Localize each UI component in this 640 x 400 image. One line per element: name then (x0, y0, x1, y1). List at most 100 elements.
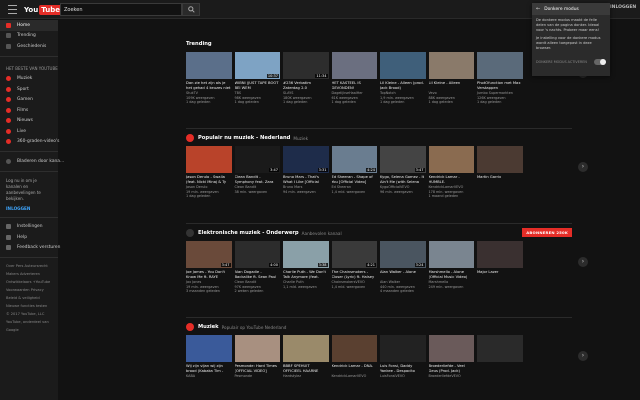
subscribe-button[interactable]: ABONNEREN 250K (522, 228, 572, 237)
video-title[interactable]: Charlie Puth - We Don't Talk Anymore (fe… (283, 270, 329, 280)
video-card[interactable]: 3:47 Kygo, Selena Gomez - It Ain't Me (wi… (380, 146, 426, 199)
footer-link[interactable]: Voorwaarden Privacy (0, 286, 58, 294)
shelf-title[interactable]: Trending (186, 38, 572, 50)
search-input[interactable] (60, 3, 182, 16)
video-thumbnail[interactable]: 3:47 (234, 146, 280, 173)
video-card[interactable]: PhotOfunction met Max Verstappen Jumbo Su… (477, 52, 523, 105)
video-card[interactable]: 11:34 #236 Verbatim Zaterdag 2.0 INTERACT… (283, 52, 329, 105)
back-arrow-icon[interactable]: ← (536, 6, 540, 12)
video-card[interactable]: Lil Kleine - Alleen (prod. Jack Brood) To… (380, 52, 426, 105)
sidebar-item-best[interactable]: Sport (0, 84, 58, 95)
sidebar-signin-link[interactable]: INLOGGEN (0, 204, 58, 213)
video-thumbnail[interactable] (234, 335, 280, 362)
footer-link[interactable]: Ontwikkelaars +YouTube (0, 278, 58, 286)
video-card[interactable]: HET KASTEEL IS GEVONDEN! DagelijkseHaalHe… (331, 52, 378, 105)
video-thumbnail[interactable]: 4:24 (331, 146, 377, 173)
video-card[interactable]: Jason Derulo - Swalla (feat. Nicki Minaj… (186, 146, 232, 199)
video-card[interactable]: 3:38 Charlie Puth - We Don't Talk Anymore… (283, 241, 329, 294)
video-thumbnail[interactable] (380, 335, 426, 362)
video-channel[interactable]: KABA (186, 374, 232, 379)
video-card[interactable]: Kendrick Lamar - HUMBLE. KendrickLamarVEV… (428, 146, 475, 199)
video-title[interactable]: #236 Verbatim Zaterdag 2.0 INTERACTIE (283, 81, 329, 91)
video-title[interactable]: Pesmonde: Hard Times [OFFICIAL VIDEO] (235, 364, 281, 374)
video-card[interactable]: 4:24 Ed Sheeran - Shape of You [Official … (331, 146, 378, 199)
video-thumbnail[interactable] (380, 52, 426, 79)
footer-link[interactable]: Beleid & veiligheid (0, 294, 58, 302)
video-title[interactable]: Martin Garrix (477, 175, 523, 185)
video-title[interactable]: Lil Kleine - Alleen (429, 81, 475, 91)
video-title[interactable]: Wij zijn vijan wij zijn brood (Kabaka Ti… (186, 364, 232, 374)
video-channel[interactable]: LuisFonsiVEVO (380, 374, 426, 379)
video-thumbnail[interactable] (186, 335, 232, 362)
video-thumbnail[interactable]: 11:34 (283, 52, 329, 79)
video-thumbnail[interactable]: 3:24 (380, 241, 426, 268)
video-title[interactable] (477, 364, 523, 374)
video-thumbnail[interactable] (186, 52, 232, 79)
video-card[interactable]: 4:21 The Chainsmokers - Closer (Lyric) ft… (331, 241, 378, 294)
video-card[interactable]: 3:31 Bruno Mars - That's What I Like [Off… (283, 146, 329, 199)
video-title[interactable]: Alan Walker - Alone (380, 270, 426, 280)
video-title[interactable]: Major Lazer (477, 270, 523, 280)
sidebar-item-setting[interactable]: Instellingen (0, 222, 58, 233)
video-card[interactable]: Kendrick Lamar - DNA. KendrickLamarVEVO (331, 335, 378, 379)
sidebar-item-best[interactable]: Muziek (0, 74, 58, 85)
video-card[interactable]: 10:37 WIBNI (JUST TAPE BOOT BEI WEM TBS 98K… (234, 52, 280, 105)
video-card[interactable]: 3:47 Clean Bandit - Symphony feat. Zara L… (234, 146, 281, 199)
video-thumbnail[interactable] (477, 52, 523, 79)
video-title[interactable]: BBBF SPEHUIT OFFICIEEL HAARNE VIDEOCKP (283, 364, 329, 374)
video-thumbnail[interactable]: 4:00 (234, 241, 280, 268)
video-title[interactable]: Bruno Mars - That's What I Like [Officia… (283, 175, 329, 185)
video-title[interactable]: Kendrick Lamar - DNA. (332, 364, 378, 374)
signin-button[interactable]: INLOGGEN (610, 5, 636, 10)
video-card[interactable]: Luis Fonsi, Daddy Yankee - Despacito (Au… (380, 335, 426, 379)
video-card[interactable]: Broederliefde - Veel Geus (Prod. Jack) Br… (428, 335, 475, 379)
chevron-right-icon[interactable]: › (578, 351, 588, 361)
video-title[interactable]: Kendrick Lamar - HUMBLE. (429, 175, 475, 185)
video-thumbnail[interactable] (186, 146, 232, 173)
sidebar-item-best[interactable]: 360-graden-video's (0, 137, 59, 148)
browse-channels-link[interactable]: Bladeren door kana... (0, 156, 64, 167)
video-channel[interactable]: KendrickLamarVEVO (332, 374, 378, 379)
shelf-title[interactable]: Muziek Populair op YouTube Nederland (186, 321, 572, 333)
video-title[interactable]: Ed Sheeran - Shape of You [Official Vide… (332, 175, 378, 185)
video-title[interactable]: Marshmello - Alone (Official Music Video… (429, 270, 475, 280)
search-button[interactable] (182, 3, 200, 16)
video-thumbnail[interactable] (331, 52, 377, 79)
sidebar-item-best[interactable]: Live (0, 126, 58, 137)
video-thumbnail[interactable] (477, 241, 523, 268)
video-channel[interactable]: Pesmonde (235, 374, 281, 379)
video-card[interactable]: Marshmello - Alone (Official Music Video… (428, 241, 475, 294)
chevron-right-icon[interactable]: › (578, 257, 588, 267)
video-thumbnail[interactable] (331, 335, 377, 362)
video-thumbnail[interactable] (428, 335, 474, 362)
shelf-title[interactable]: Populair nu muziek - Nederland Muziek (186, 132, 572, 144)
video-thumbnail[interactable] (428, 241, 474, 268)
video-thumbnail[interactable] (477, 146, 523, 173)
video-title[interactable]: Alan Dogadie - Backalike ft. Sean Paul &… (235, 270, 281, 280)
video-thumbnail[interactable] (283, 335, 329, 362)
sidebar-item-geschiedenis[interactable]: Geschiedenis (0, 41, 58, 52)
sidebar-item-best[interactable]: Gamen (0, 95, 58, 106)
video-card[interactable]: 3:47 Joe James - You Don't Know Me ft. RA… (186, 241, 232, 294)
footer-link[interactable]: Makers Adverteren (0, 270, 58, 278)
video-card[interactable]: 3:24 Alan Walker - Alone Alan Walker 440 ml… (380, 241, 426, 294)
sidebar-item-setting[interactable]: Feedback versturen (0, 243, 60, 254)
video-card[interactable]: Major Lazer (477, 241, 523, 294)
video-thumbnail[interactable] (428, 52, 474, 79)
video-thumbnail[interactable] (428, 146, 474, 173)
video-thumbnail[interactable]: 10:37 (234, 52, 280, 79)
video-title[interactable]: Clean Bandit - Symphony feat. Zara Larss… (235, 175, 281, 185)
video-thumbnail[interactable]: 3:31 (283, 146, 329, 173)
video-thumbnail[interactable]: 3:38 (283, 241, 329, 268)
dark-mode-toggle[interactable] (594, 59, 606, 65)
video-title[interactable]: Lil Kleine - Alleen (prod. Jack Brood) (380, 81, 426, 91)
video-card[interactable]: Martin Garrix (477, 146, 523, 199)
video-thumbnail[interactable]: 4:21 (331, 241, 377, 268)
video-title[interactable]: The Chainsmokers - Closer (Lyric) ft. Ha… (332, 270, 378, 280)
chevron-right-icon[interactable]: › (578, 162, 588, 172)
video-card[interactable]: 4:00 Alan Dogadie - Backalike ft. Sean Pa… (234, 241, 281, 294)
sidebar-item-home[interactable]: Home (0, 20, 58, 31)
video-title[interactable]: Luis Fonsi, Daddy Yankee - Despacito (Au… (380, 364, 426, 374)
video-title[interactable]: Broederliefde - Veel Geus (Prod. Jack) (429, 364, 475, 374)
video-title[interactable]: HET KASTEEL IS GEVONDEN! (332, 81, 378, 91)
